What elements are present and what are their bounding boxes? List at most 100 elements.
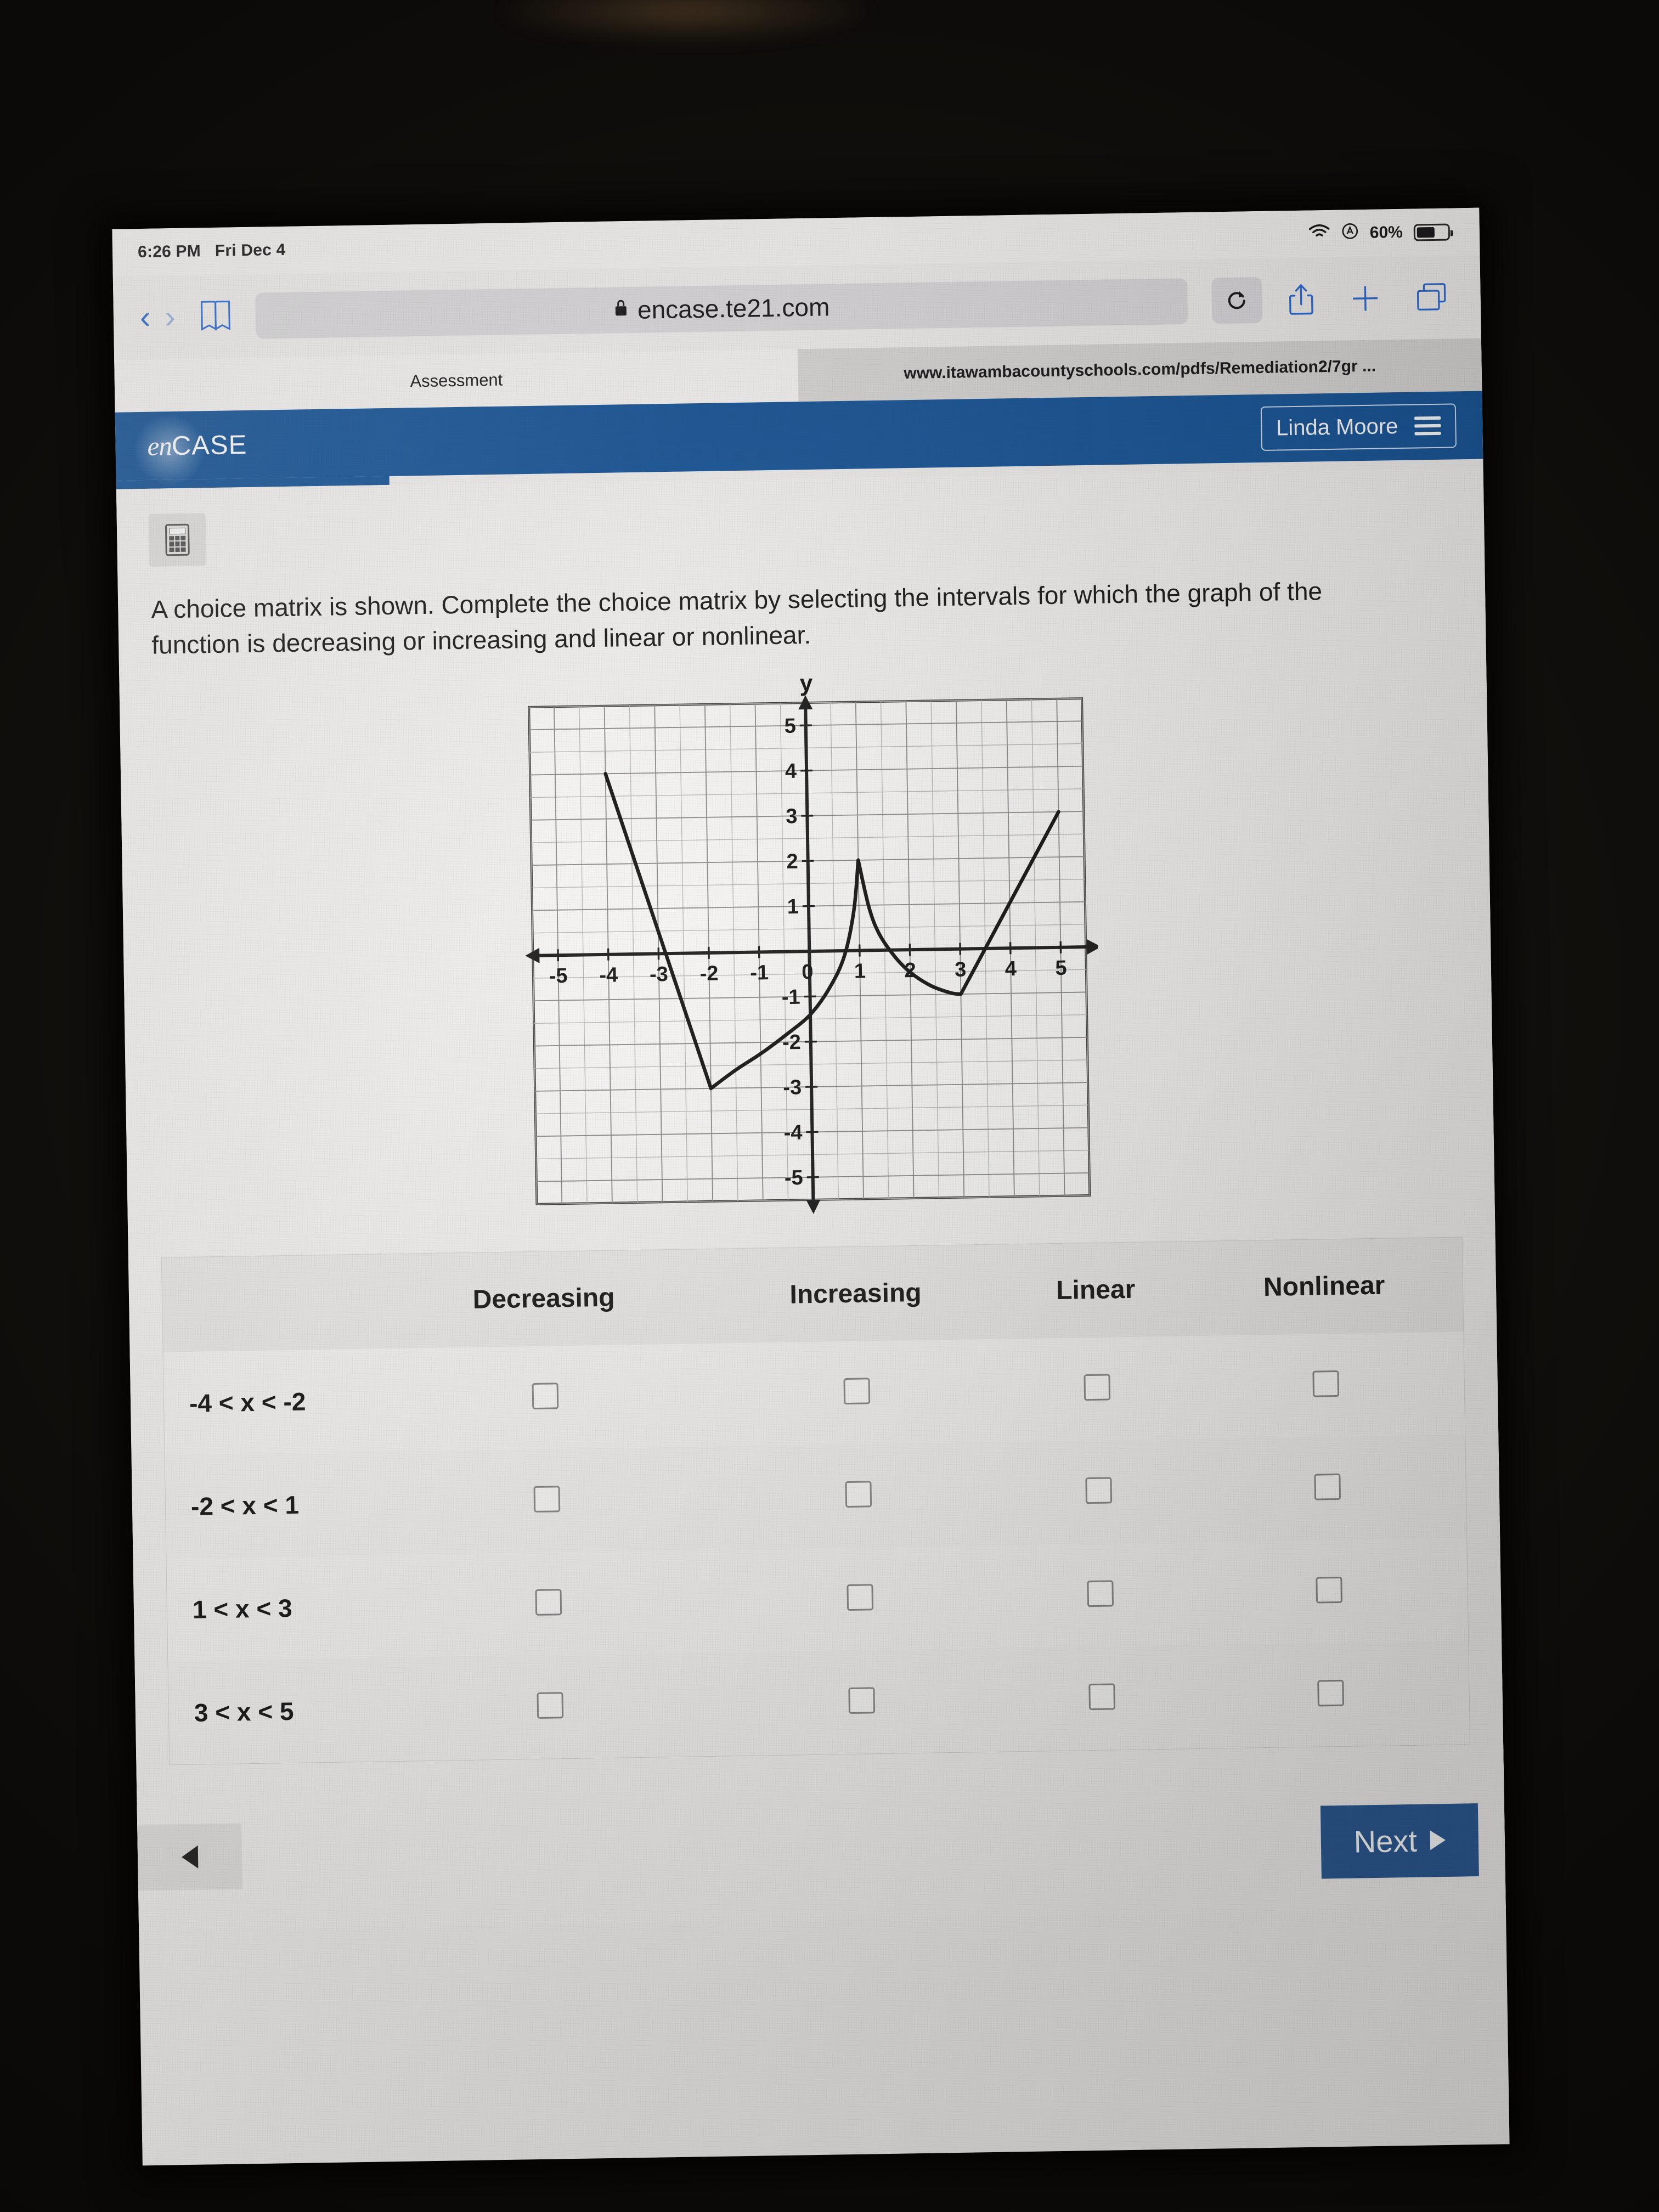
choice-matrix: Decreasing Increasing Linear Nonlinear -… <box>161 1236 1471 1765</box>
lock-icon <box>613 298 629 323</box>
checkbox-decreasing-row3[interactable] <box>535 1589 562 1616</box>
checkbox-nonlinear-row1[interactable] <box>1312 1370 1339 1397</box>
svg-text:y: y <box>799 674 814 696</box>
matrix-cell[interactable] <box>708 1442 1009 1550</box>
back-button[interactable]: ‹ <box>139 300 150 335</box>
new-tab-button[interactable] <box>1340 283 1391 314</box>
svg-text:4: 4 <box>1005 957 1017 980</box>
svg-text:-1: -1 <box>781 985 800 1009</box>
next-button-label: Next <box>1353 1823 1418 1859</box>
svg-text:5: 5 <box>1055 956 1067 979</box>
user-menu-button[interactable]: Linda Moore <box>1260 403 1457 451</box>
matrix-row-label: 1 < x < 3 <box>192 1593 292 1624</box>
matrix-body: -4 < x < -2 -2 < x < 1 1 < x < 3 3 < x < 5 <box>163 1331 1470 1765</box>
share-button[interactable] <box>1276 282 1326 317</box>
question-content: A choice matrix is shown. Complete the c… <box>116 467 1506 1931</box>
matrix-cell[interactable] <box>1008 1439 1189 1545</box>
status-date: Fri Dec 4 <box>215 240 286 260</box>
matrix-row-label: 3 < x < 5 <box>194 1696 294 1727</box>
matrix-cell[interactable] <box>1190 1538 1468 1645</box>
calculator-icon[interactable] <box>148 513 207 567</box>
svg-text:-2: -2 <box>699 962 718 985</box>
checkbox-linear-row4[interactable] <box>1088 1683 1116 1711</box>
reload-button[interactable] <box>1211 276 1263 324</box>
battery-icon <box>1413 223 1451 241</box>
footer: Next <box>136 1743 1506 1931</box>
wifi-icon <box>1308 223 1330 245</box>
checkbox-decreasing-row1[interactable] <box>532 1383 559 1410</box>
svg-text:5: 5 <box>784 714 796 737</box>
matrix-cell[interactable] <box>1187 1331 1465 1439</box>
svg-text:-5: -5 <box>785 1166 803 1190</box>
matrix-corner-cell <box>162 1254 383 1352</box>
matrix-cell[interactable] <box>1188 1435 1466 1542</box>
checkbox-decreasing-row4[interactable] <box>537 1692 564 1719</box>
svg-text:-4: -4 <box>783 1121 802 1144</box>
matrix-row: 3 < x < 5 <box>168 1640 1470 1765</box>
matrix-col-linear: Linear <box>1056 1274 1136 1306</box>
svg-text:3: 3 <box>955 958 967 981</box>
screen-glare <box>494 0 878 44</box>
checkbox-nonlinear-row4[interactable] <box>1317 1679 1344 1707</box>
tab-label: www.itawambacountyschools.com/pdfs/Remed… <box>904 357 1376 383</box>
matrix-cell[interactable] <box>384 1447 709 1555</box>
svg-text:-1: -1 <box>750 961 769 985</box>
function-graph: -5-4-3-2-1012345-5-4-3-2-112345xy <box>512 669 1125 1232</box>
checkbox-linear-row2[interactable] <box>1085 1477 1113 1504</box>
svg-text:4: 4 <box>785 759 797 782</box>
logo-text: enCASE <box>147 428 247 461</box>
status-bar-left: 6:26 PM Fri Dec 4 <box>138 241 286 262</box>
matrix-cell[interactable] <box>1006 1336 1188 1442</box>
matrix-cell[interactable] <box>706 1339 1008 1447</box>
matrix-col-nonlinear: Nonlinear <box>1263 1271 1385 1302</box>
svg-text:-3: -3 <box>783 1076 802 1099</box>
matrix-cell[interactable] <box>711 1648 1013 1756</box>
matrix-cell[interactable] <box>386 1550 711 1658</box>
checkbox-increasing-row3[interactable] <box>847 1584 874 1611</box>
url-bar[interactable]: encase.te21.com <box>255 278 1188 339</box>
matrix-cell[interactable] <box>387 1653 713 1761</box>
question-prompt: A choice matrix is shown. Complete the c… <box>150 577 1323 660</box>
hamburger-menu-icon[interactable] <box>1414 416 1441 436</box>
svg-text:-5: -5 <box>549 964 568 988</box>
next-button[interactable]: Next <box>1320 1803 1479 1879</box>
checkbox-increasing-row2[interactable] <box>845 1481 872 1508</box>
rotation-lock-icon <box>1341 222 1359 244</box>
matrix-cell[interactable] <box>383 1344 708 1452</box>
forward-button[interactable]: › <box>165 299 176 335</box>
checkbox-nonlinear-row3[interactable] <box>1315 1577 1342 1604</box>
previous-button[interactable] <box>137 1823 242 1891</box>
encase-logo: enCASE <box>132 413 247 487</box>
checkbox-nonlinear-row2[interactable] <box>1314 1474 1341 1500</box>
matrix-cell[interactable] <box>1192 1641 1470 1748</box>
matrix-row: 1 < x < 3 <box>166 1537 1469 1662</box>
svg-text:1: 1 <box>854 960 866 983</box>
svg-text:-3: -3 <box>650 963 668 986</box>
matrix-cell[interactable] <box>1009 1542 1191 1648</box>
graph-container: -5-4-3-2-1012345-5-4-3-2-112345xy <box>120 668 1495 1238</box>
tabs-icon[interactable] <box>1404 281 1459 314</box>
checkbox-increasing-row4[interactable] <box>848 1687 876 1714</box>
checkbox-increasing-row1[interactable] <box>843 1378 871 1405</box>
status-bar-right: 60% <box>1308 221 1451 245</box>
matrix-row-label: -2 < x < 1 <box>190 1490 300 1521</box>
choice-matrix-table: Decreasing Increasing Linear Nonlinear -… <box>162 1237 1470 1765</box>
status-time: 6:26 PM <box>137 242 201 262</box>
tab-label: Assessment <box>410 370 503 391</box>
checkbox-linear-row3[interactable] <box>1087 1580 1114 1607</box>
graph-svg: -5-4-3-2-1012345-5-4-3-2-112345xy <box>525 669 1125 1214</box>
svg-text:3: 3 <box>786 805 798 828</box>
checkbox-linear-row1[interactable] <box>1084 1374 1111 1401</box>
checkbox-decreasing-row2[interactable] <box>533 1486 561 1513</box>
battery-percent-label: 60% <box>1369 223 1403 242</box>
matrix-cell[interactable] <box>1011 1645 1193 1751</box>
book-icon[interactable] <box>199 298 232 335</box>
svg-text:1: 1 <box>787 895 799 918</box>
tablet-screen: 6:26 PM Fri Dec 4 60% ‹ › encase.te21.co… <box>112 207 1510 2166</box>
matrix-cell[interactable] <box>709 1545 1011 1653</box>
svg-text:2: 2 <box>786 850 798 873</box>
triangle-left-icon <box>181 1845 199 1869</box>
matrix-col-decreasing: Decreasing <box>472 1283 615 1314</box>
tool-row <box>117 493 1485 567</box>
logo-prefix: en <box>147 430 172 461</box>
